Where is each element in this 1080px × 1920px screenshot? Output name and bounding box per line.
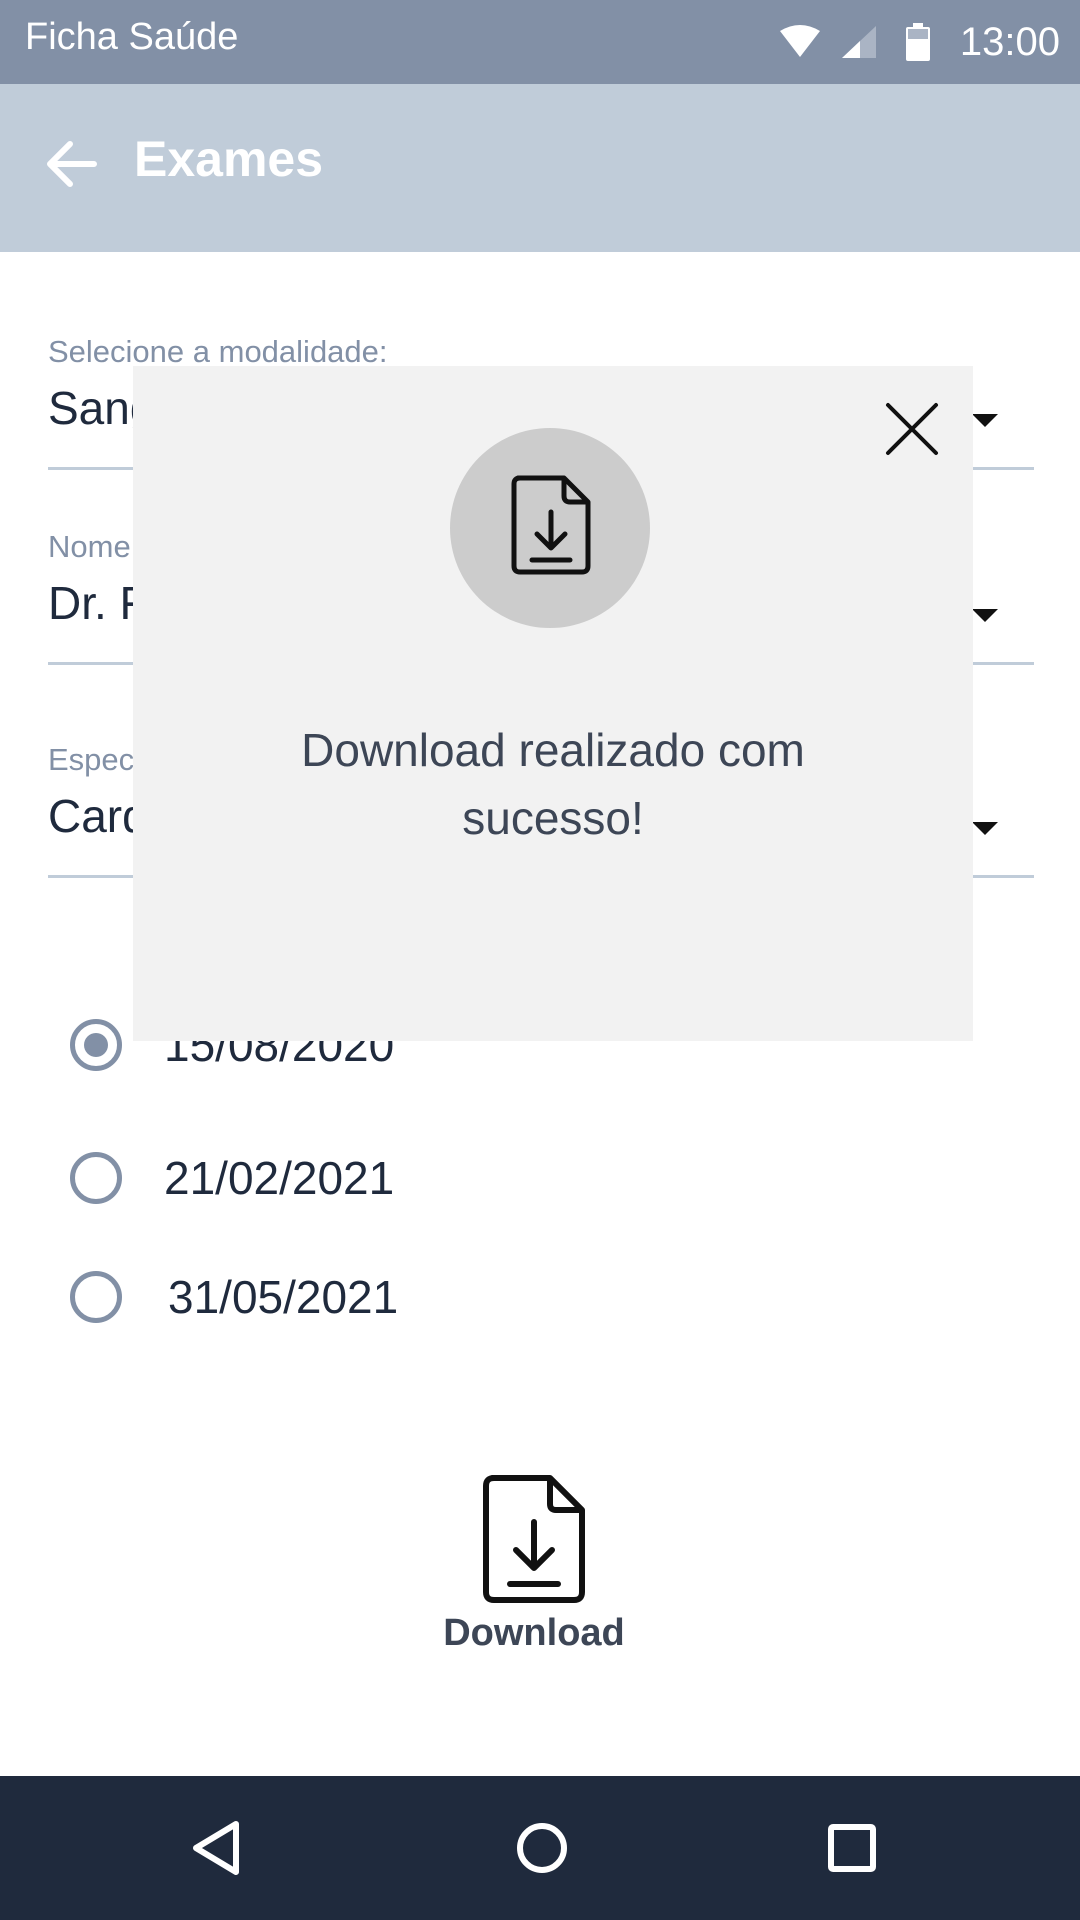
system-nav-bar xyxy=(0,1776,1080,1920)
file-download-icon xyxy=(511,475,591,575)
close-icon[interactable] xyxy=(885,402,939,456)
success-icon-badge xyxy=(450,428,650,628)
nav-back-icon[interactable] xyxy=(184,1816,248,1880)
modal-overlay: Download realizado com sucesso! xyxy=(0,0,1080,1776)
nav-recents-icon[interactable] xyxy=(820,1816,884,1880)
success-dialog: Download realizado com sucesso! xyxy=(133,366,973,1041)
success-message: Download realizado com sucesso! xyxy=(301,724,805,844)
nav-home-icon[interactable] xyxy=(510,1816,574,1880)
